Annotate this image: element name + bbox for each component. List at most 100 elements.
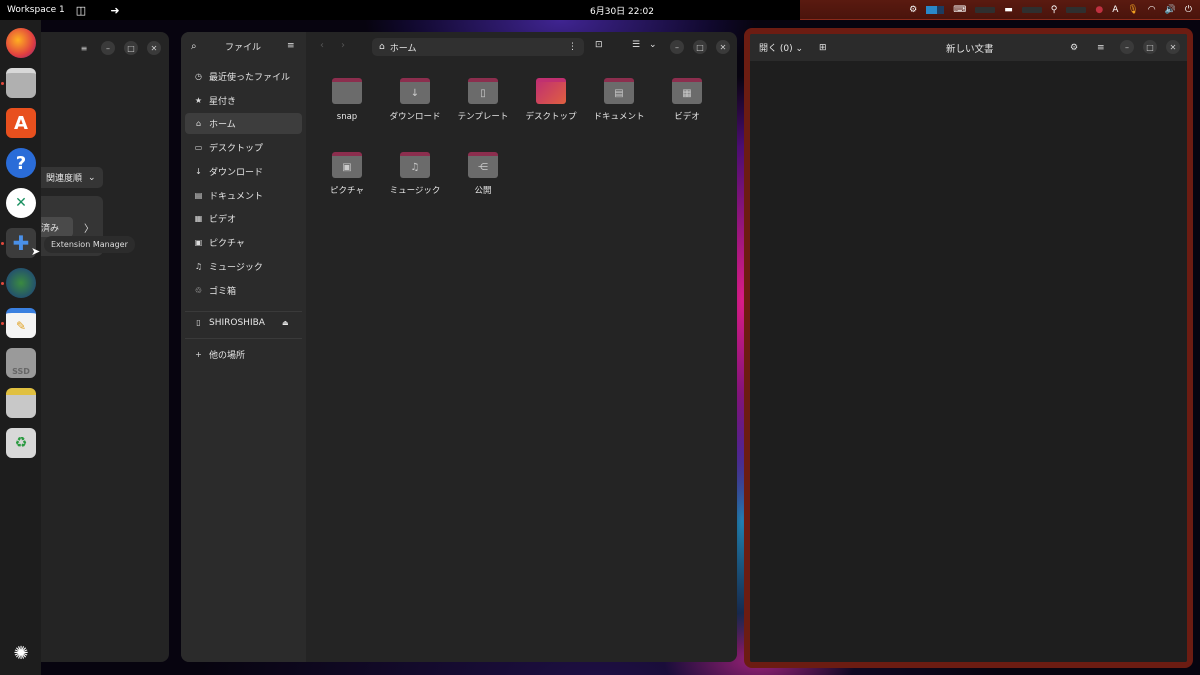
more-icon[interactable]: ⋮ [568, 42, 577, 52]
memory-graph-icon[interactable] [975, 6, 996, 13]
input-method-label[interactable]: A [1112, 5, 1118, 15]
sidebar-item[interactable]: ★ 星付き [185, 90, 302, 111]
minimize-button[interactable]: – [101, 41, 115, 55]
workspace-switcher-icon[interactable]: ◫ [70, 4, 92, 17]
globe-icon[interactable] [6, 268, 36, 298]
installed-button[interactable]: 済み [41, 217, 73, 237]
new-tab-icon[interactable]: ⊞ [819, 43, 827, 53]
workspace-indicator[interactable]: Workspace 1 [0, 5, 70, 15]
search-icon[interactable]: ⌕ [191, 41, 197, 52]
sidebar-item[interactable]: ⌂ ホーム [185, 113, 302, 134]
folder-item[interactable]: ▣ ピクチャ [314, 152, 380, 198]
settings-icon[interactable]: ⚙ [1070, 43, 1078, 53]
cpu-graph-icon[interactable] [926, 5, 945, 14]
folder-icon [536, 78, 566, 104]
folder-icon: ▦ [672, 78, 702, 104]
editor-header: 開く (0) ⌄ ⊞ 新しい文書 ⚙ ≡ – □ ✕ [750, 34, 1187, 61]
text-editor-icon[interactable]: ✎ [6, 308, 36, 338]
sidebar-item-other-places[interactable]: + 他の場所 [185, 344, 302, 365]
chip-icon[interactable]: ⚙ [909, 5, 917, 15]
folder-name: ダウンロード [389, 112, 441, 122]
sidebar-item[interactable]: ▭ デスクトップ [185, 137, 302, 158]
close-button[interactable]: ✕ [716, 40, 730, 54]
forward-icon[interactable]: › [341, 40, 345, 51]
remote-desktop-icon[interactable]: ✕ [6, 188, 36, 218]
disk-graph-icon[interactable] [1021, 6, 1042, 13]
help-icon[interactable]: ? [6, 148, 36, 178]
folder-item[interactable]: ♫ ミュージック [382, 152, 448, 198]
drive-label: SHIROSHIBA [209, 317, 265, 328]
close-button[interactable]: ✕ [1166, 40, 1180, 54]
clock[interactable]: 6月30日 22:02 [590, 4, 654, 17]
sidebar-item[interactable]: ▦ ビデオ [185, 208, 302, 229]
folder-item[interactable]: ▦ ビデオ [654, 78, 720, 124]
system-tray: ⚙ ⌨ ▬ ⚲ ● A 🎙 ◠ 🔊 ⏻ [800, 0, 1200, 20]
maximize-button[interactable]: □ [124, 41, 138, 55]
network-graph-icon[interactable] [1066, 6, 1087, 13]
sidebar-item[interactable]: ▣ ピクチャ [185, 232, 302, 253]
sd-card-icon[interactable] [6, 388, 36, 418]
folder-name: ミュージック [389, 186, 441, 196]
sidebar-item-icon: ▭ [194, 143, 203, 152]
folder-item[interactable]: ▯ テンプレート [450, 78, 516, 124]
trash-icon[interactable]: ♻ [6, 428, 36, 458]
open-label: 開く (0) [759, 44, 793, 54]
eject-icon[interactable]: ⏏ [282, 319, 289, 327]
sidebar-item[interactable]: ♲ ゴミ箱 [185, 280, 302, 301]
wifi-icon[interactable]: ◠ [1148, 5, 1156, 15]
record-icon[interactable]: ● [1095, 5, 1103, 15]
folder-item[interactable]: ⋲ 公開 [450, 152, 516, 198]
microphone-icon[interactable]: 🎙 [1127, 5, 1138, 15]
list-view-icon[interactable]: ☰ [632, 40, 640, 50]
sidebar-item-icon: ▣ [194, 238, 203, 247]
back-icon[interactable]: ‹ [320, 40, 324, 51]
sidebar-item-label: ビデオ [209, 215, 237, 225]
minimize-button[interactable]: – [1120, 40, 1134, 54]
menu-icon[interactable]: ≡ [1097, 43, 1105, 53]
folder-icon [332, 78, 362, 104]
app-center-icon[interactable]: A [6, 108, 36, 138]
maximize-button[interactable]: □ [693, 40, 707, 54]
keyboard-icon[interactable]: ⌨ [953, 5, 966, 15]
folder-name: ドキュメント [593, 112, 645, 122]
arrow-right-icon[interactable]: ➜ [104, 4, 126, 17]
chevron-down-icon[interactable]: ⌄ [649, 40, 657, 50]
network-tree-icon[interactable]: ⚲ [1051, 5, 1058, 15]
sidebar-item-icon: ♲ [194, 286, 203, 295]
divider [185, 338, 302, 339]
folder-name: テンプレート [457, 112, 509, 122]
sort-dropdown[interactable]: 関連度順 ⌄ [41, 167, 103, 188]
firefox-icon[interactable] [6, 28, 36, 58]
drive-icon[interactable]: ▬ [1004, 5, 1013, 15]
show-apps-icon[interactable]: ✺ [6, 638, 36, 668]
editor-text-area[interactable] [750, 61, 1187, 662]
open-button[interactable]: 開く (0) ⌄ [759, 41, 803, 54]
power-icon[interactable]: ⏻ [1185, 5, 1192, 15]
maximize-button[interactable]: □ [1143, 40, 1157, 54]
sidebar-item[interactable]: ◷ 最近使ったファイル [185, 66, 302, 87]
chevron-right-icon[interactable]: 〉 [84, 220, 94, 235]
menu-icon[interactable]: ≡ [287, 41, 295, 51]
new-folder-icon[interactable]: ⊡ [595, 40, 603, 50]
running-indicator [1, 322, 4, 325]
sidebar-item[interactable]: ▤ ドキュメント [185, 185, 302, 206]
sidebar-item[interactable]: ↓ ダウンロード [185, 161, 302, 182]
sidebar-item-label: 星付き [209, 97, 237, 107]
close-button[interactable]: ✕ [147, 41, 161, 55]
ssd-drive-icon[interactable]: SSD [6, 348, 36, 378]
minimize-button[interactable]: – [670, 40, 684, 54]
folder-item[interactable]: ▤ ドキュメント [586, 78, 652, 124]
path-bar[interactable]: ⌂ ホーム ⋮ [372, 38, 584, 56]
sidebar-item-drive[interactable]: ▯ SHIROSHIBA ⏏ [185, 312, 302, 333]
sidebar-item[interactable]: ♫ ミュージック [185, 256, 302, 277]
sidebar-header: ⌕ ファイル ≡ [181, 32, 306, 60]
folder-item[interactable]: snap [314, 78, 380, 124]
menu-icon[interactable]: ≡ [77, 41, 91, 55]
files-window: ⌕ ファイル ≡ ◷ 最近使ったファイル ★ 星付き ⌂ ホーム ▭ デスクトップ ↓ ダウンロー… [181, 32, 737, 662]
volume-icon[interactable]: 🔊 [1165, 5, 1176, 15]
folder-name: snap [336, 112, 358, 122]
folder-item[interactable]: デスクトップ [518, 78, 584, 124]
folder-name: ビデオ [674, 112, 700, 122]
files-icon[interactable] [6, 68, 36, 98]
folder-item[interactable]: ↓ ダウンロード [382, 78, 448, 124]
